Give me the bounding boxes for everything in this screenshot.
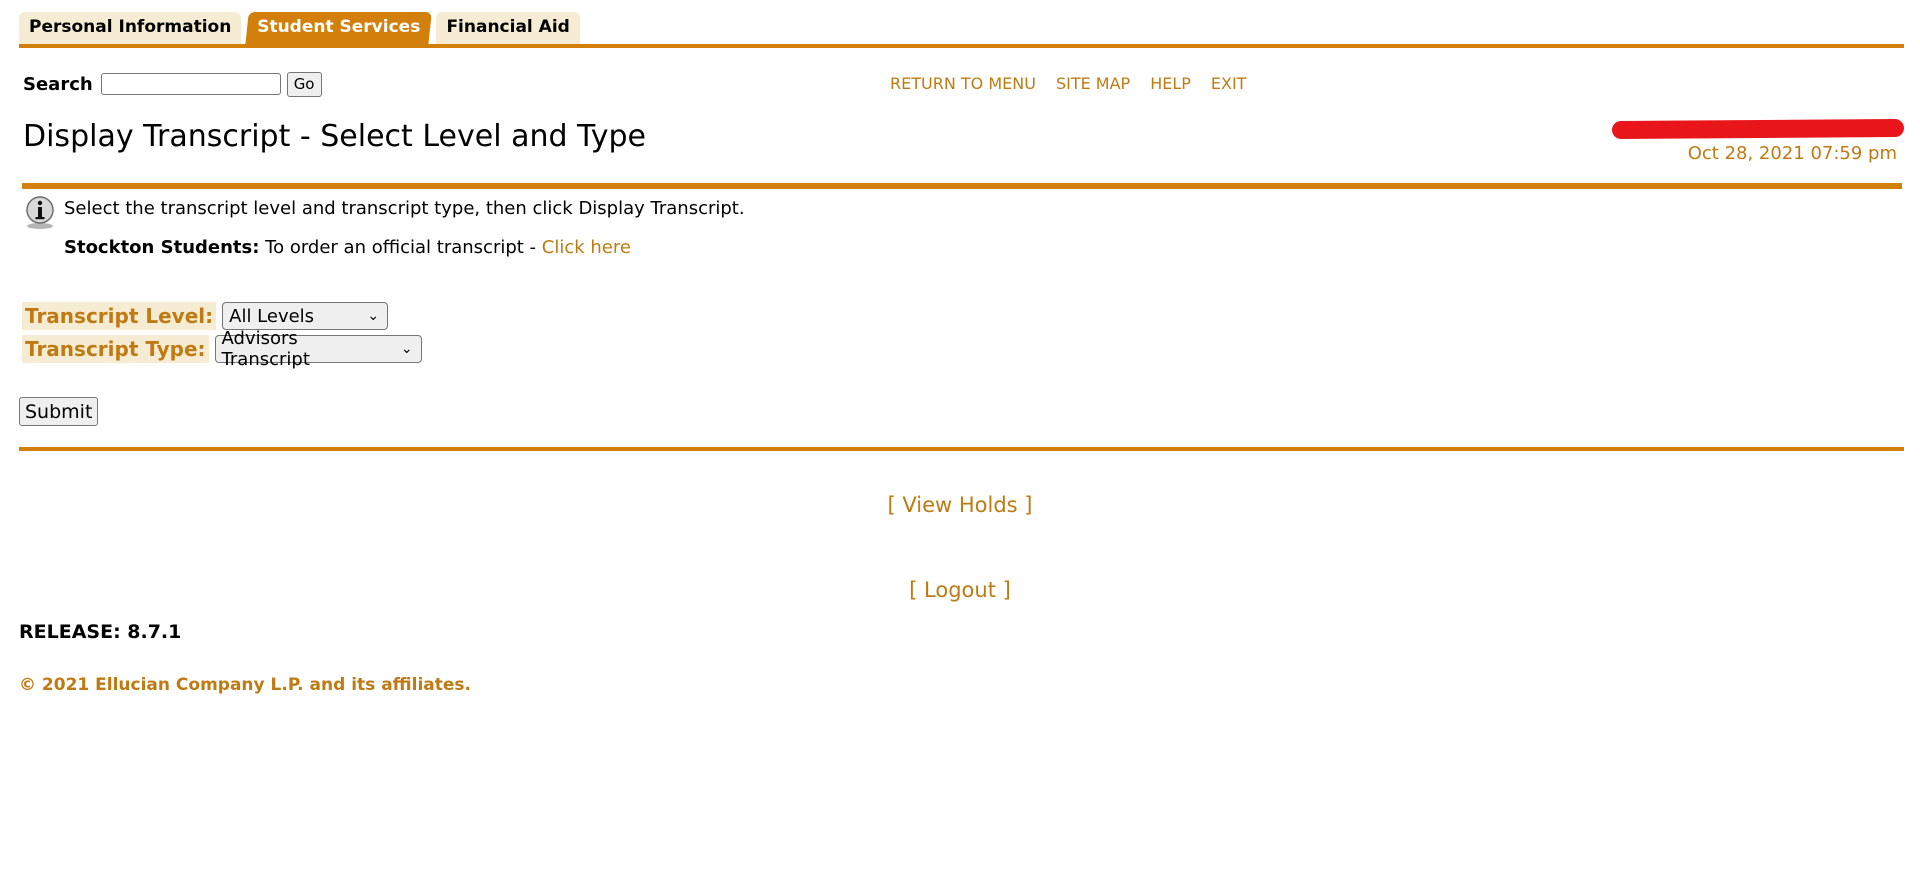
logout-link[interactable]: [ Logout ] xyxy=(909,578,1011,602)
transcript-level-value: All Levels xyxy=(229,305,315,327)
page: Personal Information Student Services Fi… xyxy=(0,0,1920,890)
stockton-text: To order an official transcript - xyxy=(259,237,542,258)
tab-bar: Personal Information Student Services Fi… xyxy=(19,11,586,46)
transcript-type-value: Advisors Transcript xyxy=(221,328,310,370)
tab-label: Personal Information xyxy=(29,17,232,37)
release-version: RELEASE: 8.7.1 xyxy=(19,621,182,643)
site-map-link[interactable]: SITE MAP xyxy=(1056,74,1130,93)
view-holds-link[interactable]: [ View Holds ] xyxy=(888,493,1033,517)
tab-student-services[interactable]: Student Services xyxy=(245,12,433,46)
title-divider xyxy=(22,183,1902,189)
transcript-type-row: Transcript Type: Advisors Transcript ⌄ xyxy=(22,328,422,370)
view-holds-row: [ View Holds ] xyxy=(0,493,1920,517)
go-button[interactable]: Go xyxy=(286,71,322,97)
page-title: Display Transcript - Select Level and Ty… xyxy=(23,119,646,154)
stockton-notice: Stockton Students: To order an official … xyxy=(64,237,631,258)
order-transcript-link[interactable]: Click here xyxy=(542,237,631,258)
info-text: Select the transcript level and transcri… xyxy=(64,198,745,219)
tab-divider xyxy=(19,44,1904,48)
top-links: RETURN TO MENU SITE MAP HELP EXIT xyxy=(890,74,1246,93)
search-label: Search xyxy=(23,73,93,95)
copyright-text: © 2021 Ellucian Company L.P. and its aff… xyxy=(19,675,471,695)
transcript-level-select[interactable]: All Levels ⌄ xyxy=(222,302,389,330)
footer-divider xyxy=(19,447,1904,451)
submit-button[interactable]: Submit xyxy=(19,397,99,426)
tab-label: Financial Aid xyxy=(446,17,570,37)
info-icon xyxy=(26,196,54,229)
stockton-label: Stockton Students: xyxy=(64,237,260,258)
help-link[interactable]: HELP xyxy=(1150,74,1191,93)
transcript-type-select[interactable]: Advisors Transcript ⌄ xyxy=(214,328,422,370)
tab-financial-aid[interactable]: Financial Aid xyxy=(436,12,580,46)
return-to-menu-link[interactable]: RETURN TO MENU xyxy=(890,74,1036,93)
tab-label: Student Services xyxy=(257,17,421,37)
chevron-down-icon: ⌄ xyxy=(367,308,380,324)
timestamp: Oct 28, 2021 07:59 pm xyxy=(1687,143,1897,164)
exit-link[interactable]: EXIT xyxy=(1211,74,1247,93)
tab-personal-information[interactable]: Personal Information xyxy=(19,12,242,46)
logout-row: [ Logout ] xyxy=(0,578,1920,602)
transcript-level-row: Transcript Level: All Levels ⌄ xyxy=(22,302,389,330)
search-bar: Search Go xyxy=(23,71,322,97)
chevron-down-icon: ⌄ xyxy=(400,341,413,357)
transcript-type-label: Transcript Type: xyxy=(22,335,209,363)
transcript-level-label: Transcript Level: xyxy=(22,302,217,330)
redaction-mark xyxy=(1611,118,1905,140)
search-input[interactable] xyxy=(100,73,281,95)
